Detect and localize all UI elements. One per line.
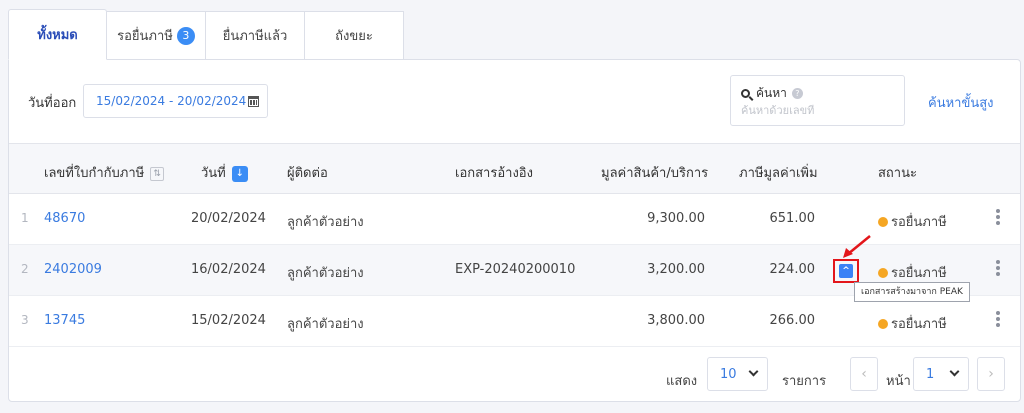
doc-number-link[interactable]: 48670 [44,211,85,226]
page-size-select[interactable]: 10 [707,357,768,391]
table-header: เลขที่ใบกำกับภาษี ⇅ วันที่ ↓ ผู้ติดต่อ เอก… [9,143,1020,194]
status-label: รอยื่นภาษี [891,266,947,281]
page-label: หน้า [886,374,911,389]
row-contact: ลูกค้าตัวอย่าง [287,215,364,230]
search-input[interactable] [741,104,891,117]
date-range-picker[interactable]: 15/02/2024 - 20/02/2024 [83,84,268,118]
tab-pending-label: รอยื่นภาษี [117,29,173,44]
status-dot [878,216,888,227]
row-amount: 3,200.00 [647,262,705,277]
header-tax-invoice-no[interactable]: เลขที่ใบกำกับภาษี ⇅ [44,162,165,183]
show-label: แสดง [666,374,698,389]
row-amount: 3,800.00 [647,313,705,328]
status-badge: รอยื่นภาษี [878,211,947,232]
advanced-search-link[interactable]: ค้นหาขั้นสูง [928,92,994,113]
row-contact: ลูกค้าตัวอย่าง [287,317,364,332]
status-label: รอยื่นภาษี [891,215,947,230]
row-date: 16/02/2024 [191,262,266,277]
date-filter-label: วันที่ออก [28,96,77,111]
row-vat: 224.00 [769,262,816,277]
tab-pending[interactable]: รอยื่นภาษี 3 [107,11,206,60]
chevron-down-icon [748,366,759,377]
calendar-icon[interactable] [248,96,259,107]
next-page-button[interactable]: › [977,357,1005,391]
chevron-left-icon: ‹ [861,366,867,382]
row-index: 3 [21,313,29,327]
more-options-icon[interactable] [996,311,1000,331]
pending-count-badge: 3 [176,26,195,45]
header-status: สถานะ [878,166,917,181]
tab-filed[interactable]: ยื่นภาษีแล้ว [206,11,305,60]
tab-all[interactable]: ทั้งหมด [8,9,107,60]
row-date: 20/02/2024 [191,211,266,226]
header-contact: ผู้ติดต่อ [287,166,328,181]
more-options-icon[interactable] [996,209,1000,229]
status-dot [878,318,888,329]
annotation-arrow-icon [843,235,871,258]
header-amount: มูลค่าสินค้า/บริการ [601,166,709,181]
search-box: ค้นหา ? [730,75,905,126]
help-icon[interactable]: ? [791,88,803,99]
main-panel: วันที่ออก 15/02/2024 - 20/02/2024 ค้นหา … [8,59,1021,402]
row-date: 15/02/2024 [191,313,266,328]
status-badge: รอยื่นภาษี [878,313,947,334]
status-badge: รอยื่นภาษี [878,262,947,283]
header-date[interactable]: วันที่ ↓ [201,162,248,183]
items-label: รายการ [782,374,827,389]
chevron-right-icon: › [988,366,994,382]
row-index: 2 [21,262,29,276]
row-reference: EXP-20240200010 [455,262,576,277]
page-size-value: 10 [720,366,737,382]
prev-page-button[interactable]: ‹ [850,357,878,391]
date-range-value: 15/02/2024 - 20/02/2024 [96,94,247,108]
doc-number-link[interactable]: 2402009 [44,262,102,277]
tab-all-label: ทั้งหมด [37,28,78,43]
search-icon [741,89,750,98]
search-title-label: ค้นหา [756,86,787,100]
header-tax-invoice-no-label: เลขที่ใบกำกับภาษี [44,166,145,181]
row-amount: 9,300.00 [647,211,705,226]
search-title: ค้นหา ? [741,84,803,103]
tab-trash[interactable]: ถังขยะ [305,11,404,60]
row-contact: ลูกค้าตัวอย่าง [287,266,364,281]
sort-desc-icon[interactable]: ↓ [231,165,248,182]
header-vat: ภาษีมูลค่าเพิ่ม [739,166,818,181]
header-reference: เอกสารอ้างอิง [455,166,533,181]
peak-source-highlight: ^ [833,259,859,283]
table-row[interactable]: 3 13745 15/02/2024 ลูกค้าตัวอย่าง 3,800.… [9,296,1020,347]
row-vat: 266.00 [769,313,816,328]
row-vat: 651.00 [769,211,816,226]
page-value: 1 [926,366,935,382]
page-select[interactable]: 1 [913,357,969,391]
doc-number-link[interactable]: 13745 [44,313,85,328]
status-dot [878,267,888,278]
peak-source-tooltip: เอกสารสร้างมาจาก PEAK [854,282,970,302]
peak-source-icon[interactable]: ^ [839,264,853,278]
tab-filed-label: ยื่นภาษีแล้ว [222,29,288,44]
status-label: รอยื่นภาษี [891,317,947,332]
more-options-icon[interactable] [996,260,1000,280]
header-date-label: วันที่ [201,166,226,181]
tab-bar: ทั้งหมด รอยื่นภาษี 3 ยื่นภาษีแล้ว ถังขยะ [8,9,404,60]
row-index: 1 [21,211,29,225]
tab-trash-label: ถังขยะ [335,29,373,44]
sort-icon[interactable]: ⇅ [150,166,165,181]
chevron-down-icon [949,366,960,377]
